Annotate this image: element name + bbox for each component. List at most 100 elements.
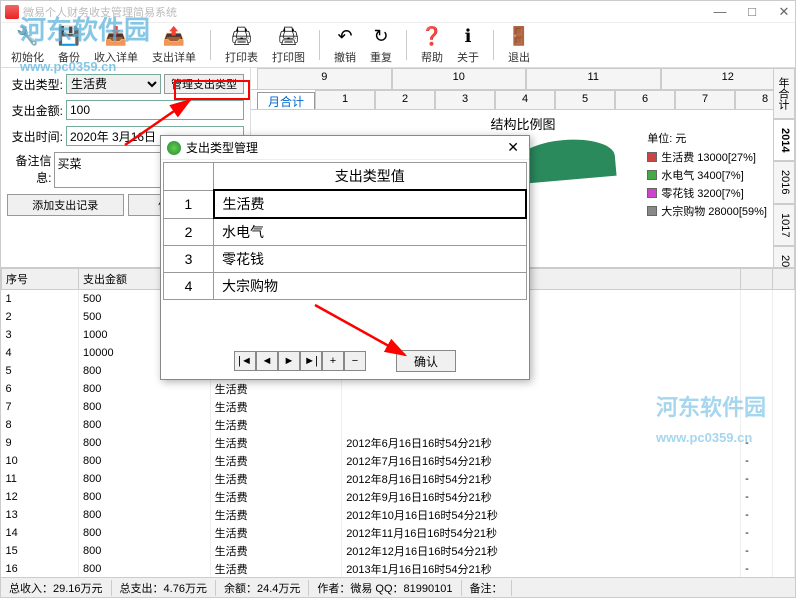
type-row[interactable]: 4大宗购物 bbox=[164, 273, 527, 300]
titlebar: 微易个人财务收支管理简易系统 — □ ✕ bbox=[1, 1, 795, 23]
nav-btn-add[interactable]: + bbox=[322, 351, 344, 371]
legend-item: 大宗购物 28000[59%] bbox=[647, 203, 767, 219]
type-select[interactable]: 生活费 bbox=[66, 74, 161, 94]
tool-label: 收入详单 bbox=[94, 49, 138, 65]
year-tab-年合计[interactable]: 年合计 bbox=[773, 68, 795, 119]
statusbar: 总收入：29.16万元 总支出：4.76万元 余额：24.4万元 作者：微易 Q… bbox=[1, 577, 795, 597]
toolbar-0[interactable]: 🔧初始化 bbox=[7, 24, 48, 67]
app-icon bbox=[5, 5, 19, 19]
table-row[interactable]: 9800生活费2012年6月16日16时54分21秒- bbox=[2, 434, 795, 452]
toolbar-1[interactable]: 💾备份 bbox=[54, 24, 84, 67]
toolbar-6[interactable]: ↶撤销 bbox=[330, 24, 360, 67]
table-row[interactable]: 8800生活费 bbox=[2, 416, 795, 434]
month-subtab-5[interactable]: 5 bbox=[555, 90, 615, 109]
tool-icon: ℹ bbox=[457, 26, 479, 48]
confirm-button[interactable]: 确认 bbox=[396, 350, 456, 372]
table-row[interactable]: 14800生活费2012年11月16日16时54分21秒- bbox=[2, 524, 795, 542]
nav-btn-remove[interactable]: − bbox=[344, 351, 366, 371]
month-total-tab[interactable]: 月合计 bbox=[257, 92, 315, 109]
toolbar-2[interactable]: 📥收入详单 bbox=[90, 24, 142, 67]
legend-item: 水电气 3400[7%] bbox=[647, 167, 767, 183]
month-tabs-top: 9101112 bbox=[251, 68, 795, 90]
legend-item: 生活费 13000[27%] bbox=[647, 149, 767, 165]
legend-unit: 单位: 元 bbox=[647, 130, 767, 146]
toolbar: 🔧初始化💾备份📥收入详单📤支出详单🖨打印表🖨打印图↶撤销↻重复❓帮助ℹ关于🚪退出 bbox=[1, 23, 795, 68]
manage-type-button[interactable]: 管理支出类型 bbox=[164, 74, 244, 94]
table-row[interactable]: 15800生活费2012年12月16日16时54分21秒- bbox=[2, 542, 795, 560]
tool-label: 打印图 bbox=[272, 49, 305, 65]
toolbar-10[interactable]: 🚪退出 bbox=[504, 24, 534, 67]
toolbar-8[interactable]: ❓帮助 bbox=[417, 24, 447, 67]
tool-label: 退出 bbox=[508, 49, 530, 65]
table-header[interactable] bbox=[741, 269, 772, 290]
table-row[interactable]: 7800生活费 bbox=[2, 398, 795, 416]
close-button[interactable]: ✕ bbox=[777, 5, 791, 19]
type-label: 支出类型: bbox=[7, 76, 63, 93]
month-tab-10[interactable]: 10 bbox=[392, 68, 527, 89]
income-value: 29.16万元 bbox=[53, 583, 103, 595]
expense-value: 4.76万元 bbox=[164, 583, 207, 595]
type-row[interactable]: 3零花钱 bbox=[164, 246, 527, 273]
toolbar-9[interactable]: ℹ关于 bbox=[453, 24, 483, 67]
nav-btn-next[interactable]: ► bbox=[278, 351, 300, 371]
toolbar-5[interactable]: 🖨打印图 bbox=[268, 24, 309, 67]
tool-icon: 🖨 bbox=[278, 26, 300, 48]
legend-item: 零花钱 3200[7%] bbox=[647, 185, 767, 201]
tool-icon: 📤 bbox=[163, 26, 185, 48]
maximize-button[interactable]: □ bbox=[745, 5, 759, 19]
amount-input[interactable] bbox=[66, 100, 244, 120]
table-row[interactable]: 6800生活费 bbox=[2, 380, 795, 398]
table-row[interactable]: 16800生活费2013年1月16日16时54分21秒- bbox=[2, 560, 795, 577]
year-tab-2014[interactable]: 2014 bbox=[773, 119, 795, 161]
tool-icon: 🖨 bbox=[231, 26, 253, 48]
author-value: 微易 QQ：81990101 bbox=[350, 583, 452, 595]
year-tab-1017[interactable]: 1017 bbox=[773, 204, 795, 246]
nav-btn-prev[interactable]: ◄ bbox=[256, 351, 278, 371]
tool-icon: 💾 bbox=[58, 26, 80, 48]
month-tab-9[interactable]: 9 bbox=[257, 68, 392, 89]
type-row[interactable]: 2水电气 bbox=[164, 218, 527, 246]
toolbar-4[interactable]: 🖨打印表 bbox=[221, 24, 262, 67]
table-row[interactable]: 12800生活费2012年9月16日16时54分21秒- bbox=[2, 488, 795, 506]
nav-btn-first[interactable]: |◄ bbox=[234, 351, 256, 371]
tool-label: 备份 bbox=[58, 49, 80, 65]
table-row[interactable]: 11800生活费2012年8月16日16时54分21秒- bbox=[2, 470, 795, 488]
expense-label: 总支出： bbox=[120, 583, 164, 595]
toolbar-7[interactable]: ↻重复 bbox=[366, 24, 396, 67]
note-label: 备注信息: bbox=[7, 152, 51, 186]
dialog-title: 支出类型管理 bbox=[186, 139, 503, 156]
income-label: 总收入： bbox=[9, 583, 53, 595]
add-record-button[interactable]: 添加支出记录 bbox=[7, 194, 124, 216]
month-subtab-3[interactable]: 3 bbox=[435, 90, 495, 109]
table-header[interactable] bbox=[772, 269, 794, 290]
tool-label: 帮助 bbox=[421, 49, 443, 65]
table-header[interactable]: 序号 bbox=[2, 269, 79, 290]
month-subtab-4[interactable]: 4 bbox=[495, 90, 555, 109]
type-row[interactable]: 1生活费 bbox=[164, 190, 527, 218]
month-subtab-6[interactable]: 6 bbox=[615, 90, 675, 109]
window-title: 微易个人财务收支管理简易系统 bbox=[23, 4, 713, 20]
type-manage-dialog: 支出类型管理 ✕ 支出类型值 1生活费2水电气3零花钱4大宗购物 |◄◄►►|+… bbox=[160, 135, 530, 380]
tool-icon: 🔧 bbox=[17, 26, 39, 48]
month-tab-11[interactable]: 11 bbox=[526, 68, 661, 89]
author-label: 作者： bbox=[317, 583, 350, 595]
footer-note-label: 备注： bbox=[470, 583, 503, 595]
month-subtab-2[interactable]: 2 bbox=[375, 90, 435, 109]
year-tab-2013[interactable]: 2013 bbox=[773, 246, 795, 267]
toolbar-3[interactable]: 📤支出详单 bbox=[148, 24, 200, 67]
month-subtab-7[interactable]: 7 bbox=[675, 90, 735, 109]
minimize-button[interactable]: — bbox=[713, 5, 727, 19]
year-tabs: 年合计2014201610172013 bbox=[773, 68, 795, 267]
tool-icon: ↻ bbox=[370, 26, 392, 48]
dialog-icon bbox=[167, 141, 181, 155]
year-tab-2016[interactable]: 2016 bbox=[773, 161, 795, 203]
tool-icon: 🚪 bbox=[508, 26, 530, 48]
nav-btn-last[interactable]: ►| bbox=[300, 351, 322, 371]
table-row[interactable]: 13800生活费2012年10月16日16时54分21秒- bbox=[2, 506, 795, 524]
dialog-close-button[interactable]: ✕ bbox=[503, 139, 523, 156]
month-subtab-1[interactable]: 1 bbox=[315, 90, 375, 109]
table-row[interactable]: 10800生活费2012年7月16日16时54分21秒- bbox=[2, 452, 795, 470]
time-label: 支出时间: bbox=[7, 128, 63, 145]
chart-legend: 单位: 元 生活费 13000[27%] 水电气 3400[7%] 零花钱 3200… bbox=[647, 130, 767, 221]
type-table[interactable]: 支出类型值 1生活费2水电气3零花钱4大宗购物 bbox=[163, 162, 527, 300]
